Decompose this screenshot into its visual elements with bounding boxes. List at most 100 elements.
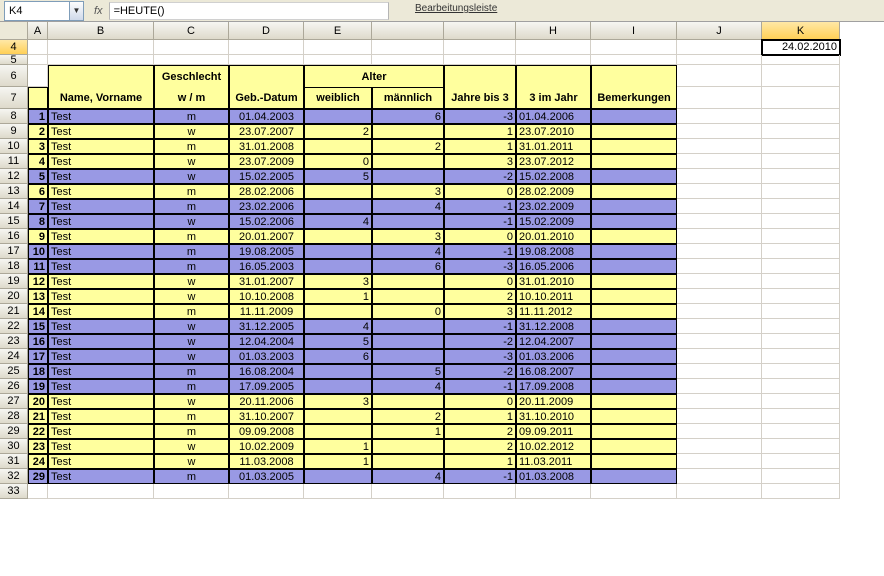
cell-jb-10[interactable]: 1 (444, 139, 516, 154)
cell-m-26[interactable]: 4 (372, 379, 444, 394)
row-header-26[interactable]: 26 (0, 379, 28, 394)
cell-jb-32[interactable]: -1 (444, 469, 516, 484)
cell-K-14[interactable] (762, 199, 840, 214)
cell-w-15[interactable]: 4 (304, 214, 372, 229)
cell-jb-16[interactable]: 0 (444, 229, 516, 244)
cell-jb-8[interactable]: -3 (444, 109, 516, 124)
cell-num-18[interactable]: 11 (28, 259, 48, 274)
cell-w-32[interactable] (304, 469, 372, 484)
cell-K-22[interactable] (762, 319, 840, 334)
cell-g-25[interactable]: m (154, 364, 229, 379)
cell-r5-c10[interactable] (762, 55, 840, 65)
cell-name-27[interactable]: Test (48, 394, 154, 409)
cell-geb-8[interactable]: 01.04.2003 (229, 109, 304, 124)
cell-num-24[interactable]: 17 (28, 349, 48, 364)
cell-bem-28[interactable] (591, 409, 677, 424)
cell-m-10[interactable]: 2 (372, 139, 444, 154)
cell-r4-c4[interactable] (304, 40, 372, 55)
cell-num-16[interactable]: 9 (28, 229, 48, 244)
cell-m-11[interactable] (372, 154, 444, 169)
cell-num-28[interactable]: 21 (28, 409, 48, 424)
cell-g-11[interactable]: w (154, 154, 229, 169)
cell-w-8[interactable] (304, 109, 372, 124)
cell-m-27[interactable] (372, 394, 444, 409)
cell-g-23[interactable]: w (154, 334, 229, 349)
cell-jahr-25[interactable]: 16.08.2007 (516, 364, 591, 379)
cell-r4-c1[interactable] (48, 40, 154, 55)
cell-bem-19[interactable] (591, 274, 677, 289)
cell-jb-12[interactable]: -2 (444, 169, 516, 184)
cell-K-28[interactable] (762, 409, 840, 424)
cell-r5-c4[interactable] (304, 55, 372, 65)
cell-bem-12[interactable] (591, 169, 677, 184)
cell-J-30[interactable] (677, 439, 762, 454)
cell-g-9[interactable]: w (154, 124, 229, 139)
cell-name-14[interactable]: Test (48, 199, 154, 214)
cell-r5-c9[interactable] (677, 55, 762, 65)
cell-r6-K[interactable] (762, 65, 840, 87)
cell-geb-28[interactable]: 31.10.2007 (229, 409, 304, 424)
cell-g-8[interactable]: m (154, 109, 229, 124)
cell-jahr-8[interactable]: 01.04.2006 (516, 109, 591, 124)
cell-g-24[interactable]: w (154, 349, 229, 364)
cell-bem-9[interactable] (591, 124, 677, 139)
cell-m-12[interactable] (372, 169, 444, 184)
cell-w-19[interactable]: 3 (304, 274, 372, 289)
cell-num-29[interactable]: 22 (28, 424, 48, 439)
cell-r5-c2[interactable] (154, 55, 229, 65)
cell-r7-J[interactable] (677, 87, 762, 109)
cell-name-25[interactable]: Test (48, 364, 154, 379)
cell-g-27[interactable]: w (154, 394, 229, 409)
cell-K-12[interactable] (762, 169, 840, 184)
cell-J-14[interactable] (677, 199, 762, 214)
cell-name-24[interactable]: Test (48, 349, 154, 364)
cell-g-20[interactable]: w (154, 289, 229, 304)
cell-geb-21[interactable]: 11.11.2009 (229, 304, 304, 319)
cell-bem-13[interactable] (591, 184, 677, 199)
col-header-K[interactable]: K (762, 22, 840, 40)
cell-K-16[interactable] (762, 229, 840, 244)
cell-w-16[interactable] (304, 229, 372, 244)
cell-jahr-17[interactable]: 19.08.2008 (516, 244, 591, 259)
cell-jahr-26[interactable]: 17.09.2008 (516, 379, 591, 394)
cell-jb-18[interactable]: -3 (444, 259, 516, 274)
cell-g-32[interactable]: m (154, 469, 229, 484)
cell-num-15[interactable]: 8 (28, 214, 48, 229)
cell-w-9[interactable]: 2 (304, 124, 372, 139)
col-header-I[interactable]: I (591, 22, 677, 40)
cell-r4-c3[interactable] (229, 40, 304, 55)
cell-m-9[interactable] (372, 124, 444, 139)
cell-m-24[interactable] (372, 349, 444, 364)
cell-m-21[interactable]: 0 (372, 304, 444, 319)
cell-w-28[interactable] (304, 409, 372, 424)
cell-J-18[interactable] (677, 259, 762, 274)
cell-m-15[interactable] (372, 214, 444, 229)
cell-bem-29[interactable] (591, 424, 677, 439)
row-header-11[interactable]: 11 (0, 154, 28, 169)
cell-geb-10[interactable]: 31.01.2008 (229, 139, 304, 154)
cell-num-19[interactable]: 12 (28, 274, 48, 289)
cell-jahr-32[interactable]: 01.03.2008 (516, 469, 591, 484)
cell-geb-11[interactable]: 23.07.2009 (229, 154, 304, 169)
cell-K-15[interactable] (762, 214, 840, 229)
cell-r4-c9[interactable] (677, 40, 762, 55)
col-header-C[interactable]: C (154, 22, 229, 40)
cell-geb-16[interactable]: 20.01.2007 (229, 229, 304, 244)
cell-bem-8[interactable] (591, 109, 677, 124)
cell-m-25[interactable]: 5 (372, 364, 444, 379)
cell-jb-28[interactable]: 1 (444, 409, 516, 424)
cell-m-29[interactable]: 1 (372, 424, 444, 439)
cell-name-11[interactable]: Test (48, 154, 154, 169)
cell-geb-30[interactable]: 10.02.2009 (229, 439, 304, 454)
cell-g-22[interactable]: w (154, 319, 229, 334)
cell-jb-9[interactable]: 1 (444, 124, 516, 139)
cell-jb-22[interactable]: -1 (444, 319, 516, 334)
cell-g-28[interactable]: m (154, 409, 229, 424)
cell-m-23[interactable] (372, 334, 444, 349)
cell-J-19[interactable] (677, 274, 762, 289)
cell-r4-c7[interactable] (516, 40, 591, 55)
cell-num-13[interactable]: 6 (28, 184, 48, 199)
cell-geb-27[interactable]: 20.11.2006 (229, 394, 304, 409)
cell-r4-c2[interactable] (154, 40, 229, 55)
cell-J-23[interactable] (677, 334, 762, 349)
